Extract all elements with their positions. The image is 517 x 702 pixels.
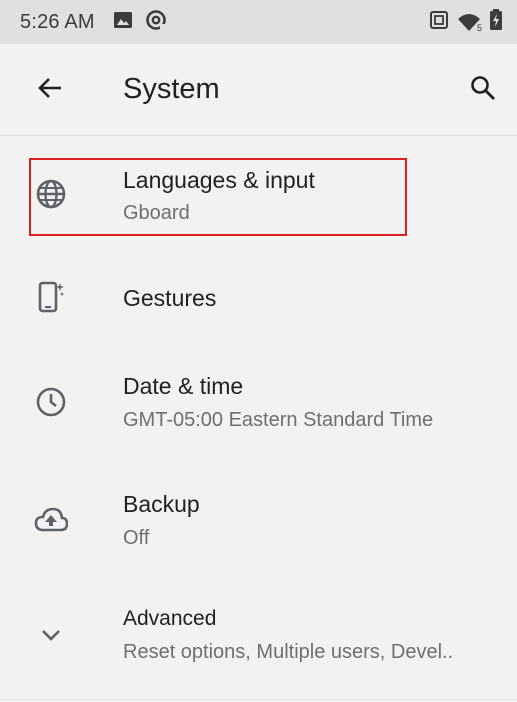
image-icon	[113, 11, 133, 34]
settings-item-gestures[interactable]: Gestures	[0, 255, 517, 343]
settings-item-title: Advanced	[123, 607, 217, 630]
settings-item-subtitle: Reset options, Multiple users, Devel..	[123, 641, 454, 663]
status-left-icons	[113, 9, 167, 36]
back-button[interactable]	[34, 74, 66, 106]
settings-item-subtitle: GMT-05:00 Eastern Standard Time	[123, 409, 434, 431]
wifi-badge: 5	[475, 23, 483, 33]
settings-item-subtitle: Off	[123, 527, 150, 549]
wifi-icon: 5	[457, 12, 483, 33]
arrow-back-icon	[36, 74, 64, 107]
phone-gesture-icon	[33, 279, 69, 315]
status-time: 5:26 AM	[20, 10, 95, 33]
search-icon	[469, 74, 497, 107]
search-button[interactable]	[466, 73, 500, 107]
settings-item-advanced[interactable]: Advanced Reset options, Multiple users, …	[0, 579, 517, 697]
app-bar: System	[0, 44, 517, 136]
settings-item-backup[interactable]: Backup Off	[0, 461, 517, 579]
cloud-upload-icon	[33, 502, 69, 538]
settings-item-date-time[interactable]: Date & time GMT-05:00 Eastern Standard T…	[0, 343, 517, 461]
settings-item-title: Date & time	[123, 373, 244, 399]
status-right-icons: 5	[429, 8, 503, 36]
data-saver-icon	[145, 9, 167, 36]
highlight-box	[29, 158, 407, 236]
page-title: System	[123, 73, 220, 105]
nfc-icon	[429, 10, 449, 35]
chevron-down-icon	[33, 617, 69, 653]
status-bar: 5:26 AM 5	[0, 0, 517, 44]
settings-item-title: Gestures	[123, 285, 217, 311]
divider	[0, 699, 517, 700]
battery-charging-icon	[489, 8, 503, 36]
settings-item-title: Backup	[123, 491, 200, 517]
clock-icon	[33, 384, 69, 420]
